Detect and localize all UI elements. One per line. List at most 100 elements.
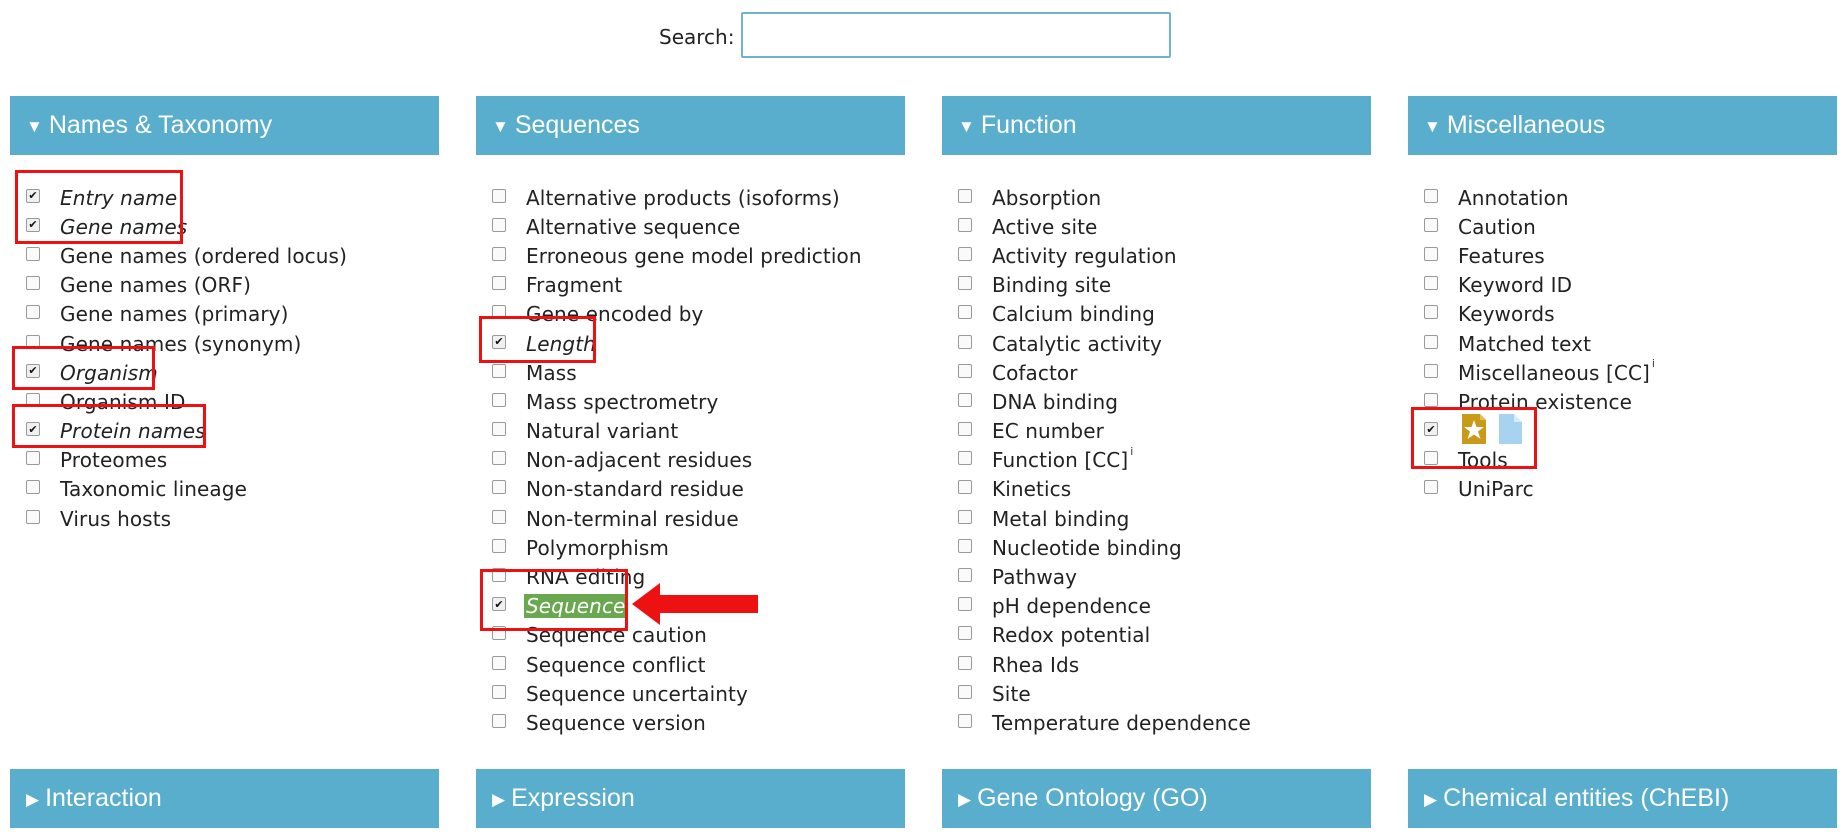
checkbox[interactable] — [492, 422, 506, 437]
option-keyword-id[interactable]: Keyword ID — [1408, 271, 1837, 300]
section-header-names-taxonomy[interactable]: ▼ Names & Taxonomy — [10, 96, 439, 155]
option-sequence-caution[interactable]: Sequence caution — [476, 621, 905, 650]
checkbox[interactable] — [1424, 480, 1438, 495]
checkbox[interactable] — [958, 188, 972, 203]
section-header-function[interactable]: ▼ Function — [942, 96, 1371, 155]
option-rhea-ids[interactable]: Rhea Ids — [942, 650, 1371, 679]
checkbox[interactable] — [492, 684, 506, 699]
checkbox[interactable] — [958, 568, 972, 583]
option-gene-encoded-by[interactable]: Gene encoded by — [476, 300, 905, 329]
option-tools[interactable]: Tools — [1408, 446, 1837, 475]
checkbox[interactable] — [492, 188, 506, 203]
checkbox-checked[interactable]: ✔ — [492, 597, 506, 612]
checkbox[interactable] — [26, 392, 40, 407]
checkbox[interactable] — [492, 509, 506, 524]
option-temperature-dependence[interactable]: Temperature dependence — [942, 708, 1371, 737]
checkbox[interactable] — [958, 246, 972, 261]
option-protein-names[interactable]: ✔ Protein names — [10, 417, 439, 446]
checkbox[interactable] — [26, 276, 40, 291]
checkbox[interactable] — [958, 480, 972, 495]
checkbox[interactable] — [26, 246, 40, 261]
checkbox-checked[interactable]: ✔ — [26, 217, 40, 232]
option-binding-site[interactable]: Binding site — [942, 271, 1371, 300]
option-kinetics[interactable]: Kinetics — [942, 475, 1371, 504]
checkbox[interactable] — [958, 276, 972, 291]
checkbox[interactable] — [958, 363, 972, 378]
checkbox[interactable] — [492, 392, 506, 407]
option-function-cc[interactable]: Function [CC] i — [942, 445, 1371, 475]
option-nucleotide-binding[interactable]: Nucleotide binding — [942, 533, 1371, 562]
option-length[interactable]: ✔ Length — [476, 329, 905, 358]
option-sequence-uncertainty[interactable]: Sequence uncertainty — [476, 679, 905, 708]
option-gene-names-orf[interactable]: Gene names (ORF) — [10, 271, 439, 300]
checkbox[interactable] — [958, 713, 972, 728]
option-metal-binding[interactable]: Metal binding — [942, 504, 1371, 533]
option-features[interactable]: Features — [1408, 241, 1837, 270]
info-superscript[interactable]: i — [1652, 357, 1655, 370]
section-header-gene-ontology[interactable]: ▶ Gene Ontology (GO) — [942, 769, 1371, 828]
checkbox[interactable] — [492, 276, 506, 291]
option-icon-row[interactable]: ✔ — [1408, 414, 1837, 446]
checkbox[interactable] — [958, 334, 972, 349]
option-organism-id[interactable]: Organism ID — [10, 387, 439, 416]
checkbox[interactable] — [492, 451, 506, 466]
checkbox[interactable] — [492, 655, 506, 670]
info-superscript[interactable]: i — [1130, 445, 1133, 458]
option-non-standard-residue[interactable]: Non-standard residue — [476, 475, 905, 504]
checkbox[interactable] — [26, 451, 40, 466]
checkbox[interactable] — [492, 538, 506, 553]
option-taxonomic-lineage[interactable]: Taxonomic lineage — [10, 475, 439, 504]
checkbox[interactable] — [958, 392, 972, 407]
option-matched-text[interactable]: Matched text — [1408, 329, 1837, 358]
checkbox[interactable] — [958, 626, 972, 641]
section-header-interaction[interactable]: ▶ Interaction — [10, 769, 439, 828]
checkbox[interactable] — [1424, 363, 1438, 378]
option-catalytic-activity[interactable]: Catalytic activity — [942, 329, 1371, 358]
option-ec-number[interactable]: EC number — [942, 417, 1371, 446]
option-gene-names-ordered-locus[interactable]: Gene names (ordered locus) — [10, 241, 439, 270]
checkbox[interactable] — [26, 509, 40, 524]
checkbox[interactable] — [1424, 451, 1438, 466]
checkbox[interactable] — [1424, 305, 1438, 320]
option-erroneous-gene-model-prediction[interactable]: Erroneous gene model prediction — [476, 241, 905, 270]
option-natural-variant[interactable]: Natural variant — [476, 417, 905, 446]
option-cofactor[interactable]: Cofactor — [942, 358, 1371, 387]
option-non-adjacent-residues[interactable]: Non-adjacent residues — [476, 446, 905, 475]
option-dna-binding[interactable]: DNA binding — [942, 387, 1371, 416]
checkbox[interactable] — [1424, 217, 1438, 232]
option-uniparc[interactable]: UniParc — [1408, 475, 1837, 504]
option-activity-regulation[interactable]: Activity regulation — [942, 241, 1371, 270]
section-header-expression[interactable]: ▶ Expression — [476, 769, 905, 828]
option-alternative-products-isoforms[interactable]: Alternative products (isoforms) — [476, 183, 905, 212]
checkbox[interactable] — [958, 538, 972, 553]
checkbox[interactable] — [958, 655, 972, 670]
option-annotation[interactable]: Annotation — [1408, 183, 1837, 212]
option-sequence-version[interactable]: Sequence version — [476, 708, 905, 737]
option-sequence-conflict[interactable]: Sequence conflict — [476, 650, 905, 679]
checkbox[interactable] — [1424, 392, 1438, 407]
option-absorption[interactable]: Absorption — [942, 183, 1371, 212]
checkbox[interactable] — [958, 422, 972, 437]
checkbox[interactable] — [958, 305, 972, 320]
checkbox[interactable] — [26, 480, 40, 495]
checkbox[interactable] — [1424, 246, 1438, 261]
option-gene-names[interactable]: ✔ Gene names — [10, 212, 439, 241]
option-calcium-binding[interactable]: Calcium binding — [942, 300, 1371, 329]
option-caution[interactable]: Caution — [1408, 212, 1837, 241]
checkbox[interactable] — [492, 713, 506, 728]
checkbox-checked[interactable]: ✔ — [26, 363, 40, 378]
checkbox[interactable] — [958, 597, 972, 612]
checkbox[interactable] — [1424, 334, 1438, 349]
option-entry-name[interactable]: ✔ Entry name — [10, 183, 439, 212]
option-mass-spectrometry[interactable]: Mass spectrometry — [476, 387, 905, 416]
option-ph-dependence[interactable]: pH dependence — [942, 592, 1371, 621]
checkbox[interactable] — [1424, 188, 1438, 203]
option-fragment[interactable]: Fragment — [476, 271, 905, 300]
checkbox[interactable] — [492, 246, 506, 261]
option-redox-potential[interactable]: Redox potential — [942, 621, 1371, 650]
checkbox[interactable] — [958, 217, 972, 232]
option-non-terminal-residue[interactable]: Non-terminal residue — [476, 504, 905, 533]
option-miscellaneous-cc[interactable]: Miscellaneous [CC] i — [1408, 357, 1837, 387]
section-header-chebi[interactable]: ▶ Chemical entities (ChEBI) — [1408, 769, 1837, 828]
checkbox[interactable] — [26, 305, 40, 320]
